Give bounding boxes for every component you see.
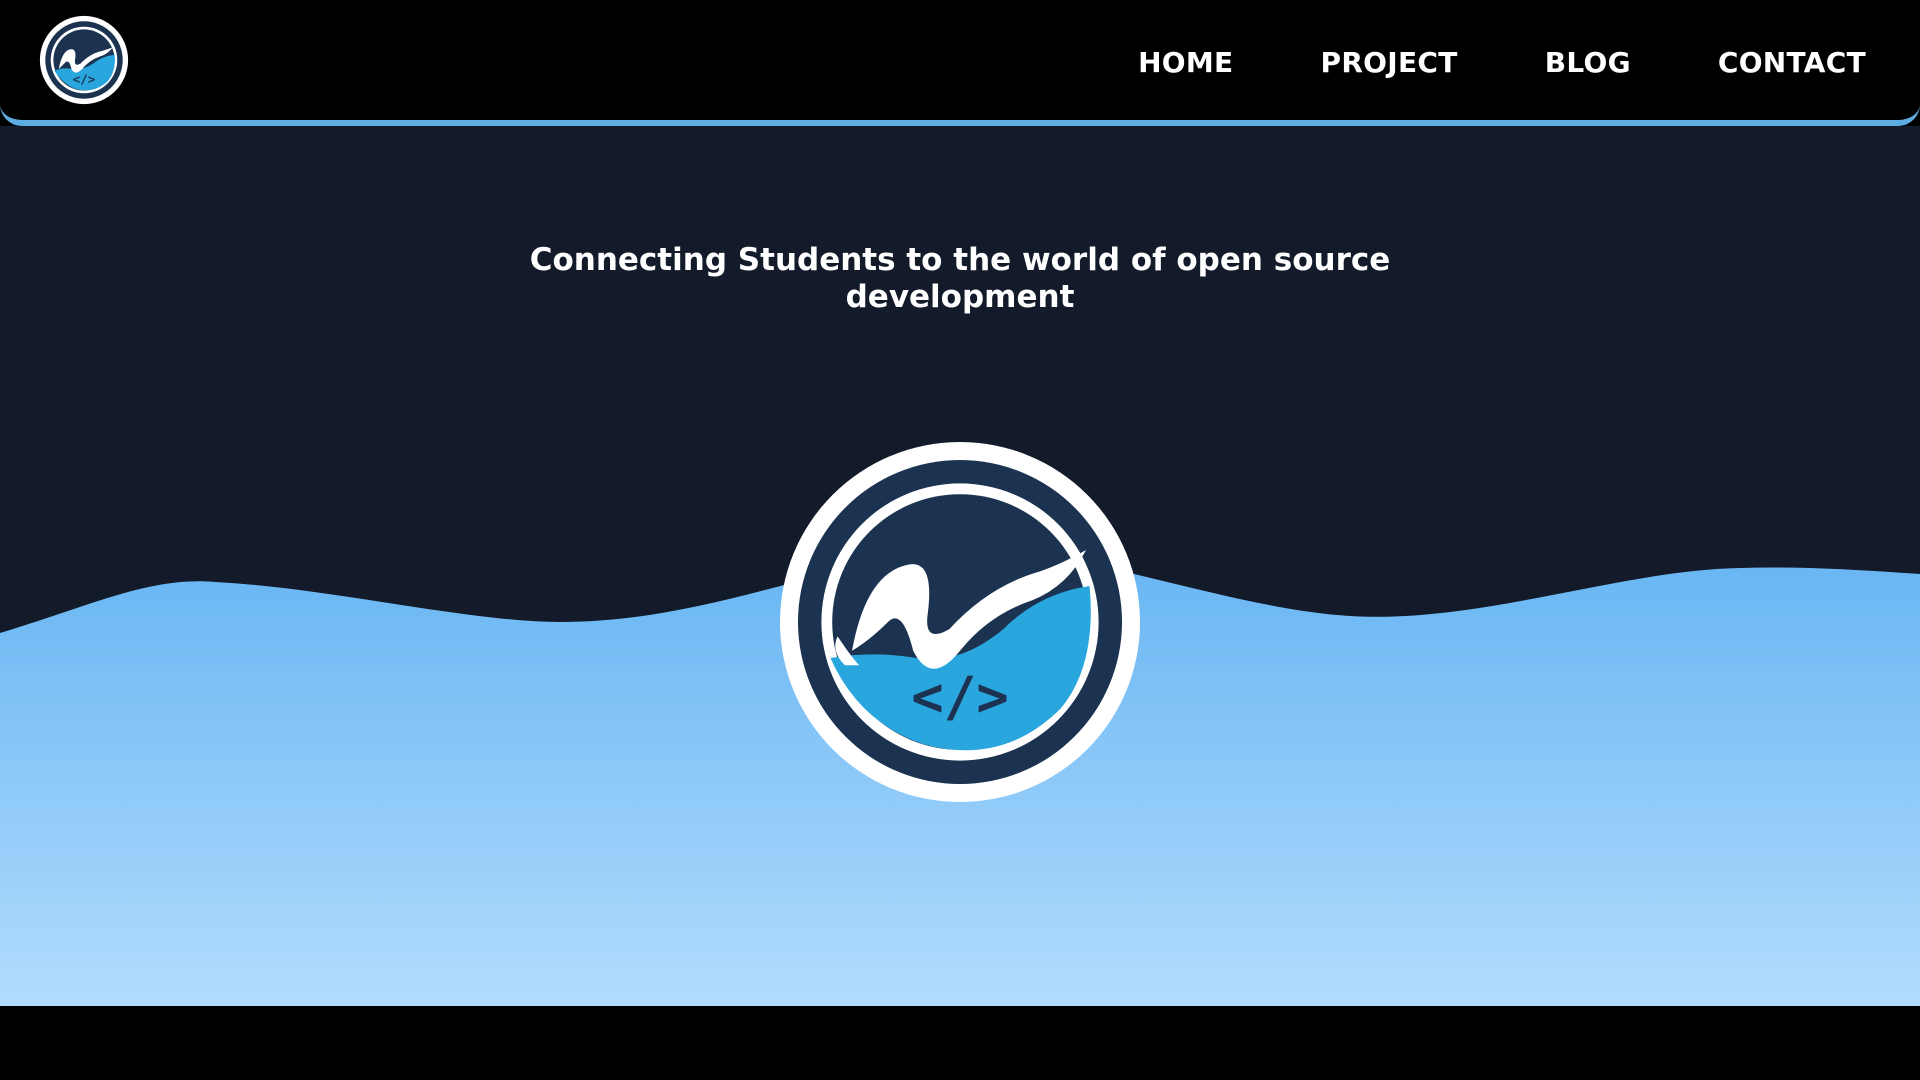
hero-section: Connecting Students to the world of open…	[0, 126, 1920, 1006]
hero-title-line2: development	[845, 279, 1075, 315]
nav-link-home[interactable]: HOME	[1138, 46, 1233, 79]
nav-link-project[interactable]: PROJECT	[1321, 46, 1458, 79]
nav-menu: HOME PROJECT BLOG CONTACT	[1051, 0, 1866, 124]
page: </> HOME PROJECT BLOG CONTACT Connecting…	[0, 0, 1920, 1080]
hero-title-line1: Connecting Students to the world of open…	[529, 242, 1391, 278]
brand-logo-icon[interactable]: </>	[39, 15, 129, 105]
nav-link-contact[interactable]: CONTACT	[1718, 46, 1866, 79]
hero-logo-icon: </>	[780, 442, 1140, 802]
nav-link-blog[interactable]: BLOG	[1545, 46, 1631, 79]
navbar: </> HOME PROJECT BLOG CONTACT	[0, 0, 1920, 126]
svg-text:</>: </>	[73, 71, 96, 86]
hero-title: Connecting Students to the world of open…	[460, 242, 1460, 316]
footer-strip	[0, 1006, 1920, 1080]
svg-text:</>: </>	[911, 666, 1009, 729]
